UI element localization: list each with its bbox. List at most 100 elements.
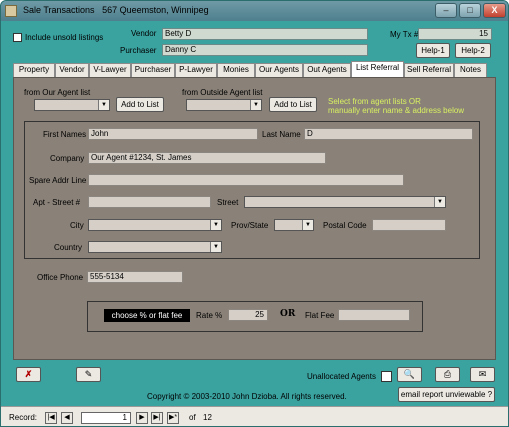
vendor-label: Vendor [131, 29, 157, 38]
prov-state-label: Prov/State [231, 221, 269, 230]
or-label: OR [280, 309, 296, 319]
tab-monies[interactable]: Monies [217, 63, 255, 77]
record-navigation-bar: Record: |◀ ◀ 1 ▶ ▶| ▶* of 12 [1, 406, 508, 426]
minimize-button[interactable]: – [435, 3, 457, 18]
office-phone-field[interactable]: 555-5134 [87, 271, 183, 283]
envelope-icon: ✉ [478, 369, 487, 379]
street-label: Street [217, 198, 239, 207]
tab-vendor[interactable]: Vendor [55, 63, 89, 77]
copyright-text: Copyright © 2003-2010 John Dzioba. All r… [147, 392, 347, 401]
tab-sell-referral[interactable]: Sell Referral [404, 63, 454, 77]
tab-v-lawyer[interactable]: V-Lawyer [89, 63, 131, 77]
tab-our-agents[interactable]: Our Agents [255, 63, 303, 77]
instruction-line-2: manually enter name & address below [328, 106, 465, 115]
address-frame: First Names John Last Name D Company Our… [24, 121, 480, 259]
help-1-button[interactable]: Help-1 [416, 43, 450, 58]
city-label: City [70, 221, 84, 230]
spare-addr-field[interactable] [88, 174, 404, 186]
outside-agent-list-label: from Outside Agent list [182, 88, 263, 97]
first-record-button[interactable]: |◀ [45, 412, 57, 424]
our-agent-dropdown[interactable]: ▼ [34, 99, 110, 111]
form-icon [5, 5, 17, 17]
print-button[interactable]: ⎙ [435, 367, 460, 382]
tab-strip: Property Vendor V-Lawyer Purchaser P-Law… [13, 61, 497, 77]
unallocated-agents-indicator [381, 371, 392, 382]
include-unsold-label: Include unsold listings [25, 33, 104, 42]
spare-addr-label: Spare Addr Line [29, 176, 87, 185]
last-name-label: Last Name [262, 130, 301, 139]
chevron-down-icon: ▼ [302, 220, 313, 230]
email-button[interactable]: ✉ [470, 367, 495, 382]
of-label: of [189, 413, 196, 422]
company-label: Company [50, 154, 85, 163]
apt-street-field[interactable] [88, 196, 211, 208]
record-total: 12 [203, 413, 212, 422]
office-phone-label: Office Phone [37, 273, 84, 282]
last-record-button[interactable]: ▶| [151, 412, 163, 424]
edit-icon: ✎ [84, 369, 93, 379]
our-agent-list-label: from Our Agent list [24, 88, 91, 97]
last-name-field[interactable]: D [304, 128, 473, 140]
chevron-down-icon: ▼ [434, 197, 445, 207]
instruction-line-1: Select from agent lists OR [328, 97, 421, 106]
chevron-down-icon: ▼ [250, 100, 261, 110]
title-bar: Sale Transactions 567 Queemston, Winnipe… [1, 1, 508, 21]
my-tx-field[interactable]: 15 [418, 28, 492, 40]
rate-percent-label: Rate % [196, 311, 223, 320]
street-dropdown[interactable]: ▼ [244, 196, 446, 208]
window-subtitle: 567 Queemston, Winnipeg [102, 5, 209, 15]
list-referral-panel: from Our Agent list ▼ Add to List from O… [13, 77, 496, 360]
first-names-label: First Names [43, 130, 87, 139]
window-title-text: Sale Transactions [23, 5, 95, 15]
help-2-button[interactable]: Help-2 [455, 43, 491, 58]
preview-report-button[interactable]: 🔍 [397, 367, 422, 382]
tab-notes[interactable]: Notes [454, 63, 487, 77]
record-number-field[interactable]: 1 [81, 412, 131, 424]
apt-street-label: Apt - Street # [33, 198, 81, 207]
company-field[interactable]: Our Agent #1234, St. James [88, 152, 326, 164]
city-dropdown[interactable]: ▼ [88, 219, 222, 231]
fee-frame: choose % or flat fee Rate % 25 OR Flat F… [87, 301, 423, 332]
tab-out-agents[interactable]: Out Agents [303, 63, 351, 77]
add-our-agent-button[interactable]: Add to List [116, 97, 164, 112]
country-dropdown[interactable]: ▼ [88, 241, 222, 253]
close-button[interactable]: X [483, 3, 506, 18]
flat-fee-field[interactable] [338, 309, 410, 321]
maximize-button[interactable]: □ [459, 3, 481, 18]
tab-list-referral[interactable]: List Referral [351, 61, 404, 77]
first-names-field[interactable]: John [88, 128, 258, 140]
rate-percent-field[interactable]: 25 [228, 309, 268, 321]
purchaser-field[interactable]: Danny C [162, 44, 368, 56]
record-label: Record: [9, 413, 38, 422]
purchaser-label: Purchaser [120, 46, 157, 55]
prov-state-dropdown[interactable]: ▼ [274, 219, 314, 231]
printer-icon: ⎙ [443, 369, 452, 379]
new-record-button[interactable]: ▶* [167, 412, 179, 424]
postal-code-label: Postal Code [323, 221, 367, 230]
delete-record-button[interactable]: ✗ [16, 367, 41, 382]
sale-transactions-window: Sale Transactions 567 Queemston, Winnipe… [0, 0, 509, 427]
outside-agent-dropdown[interactable]: ▼ [186, 99, 262, 111]
vendor-field[interactable]: Betty D [162, 28, 368, 40]
delete-icon: ✗ [24, 369, 33, 379]
chevron-down-icon: ▼ [98, 100, 109, 110]
prev-record-button[interactable]: ◀ [61, 412, 73, 424]
country-label: Country [54, 243, 83, 252]
tab-purchaser[interactable]: Purchaser [131, 63, 175, 77]
edit-record-button[interactable]: ✎ [76, 367, 101, 382]
preview-icon: 🔍 [403, 369, 416, 379]
include-unsold-checkbox[interactable] [13, 33, 22, 42]
postal-code-field[interactable] [372, 219, 446, 231]
add-outside-agent-button[interactable]: Add to List [269, 97, 317, 112]
flat-fee-label: Flat Fee [305, 311, 335, 320]
chevron-down-icon: ▼ [210, 242, 221, 252]
tab-property[interactable]: Property [13, 63, 55, 77]
my-tx-label: My Tx # [390, 30, 419, 39]
next-record-button[interactable]: ▶ [136, 412, 148, 424]
chevron-down-icon: ▼ [210, 220, 221, 230]
window-title: Sale Transactions 567 Queemston, Winnipe… [23, 5, 209, 15]
choose-fee-type-label: choose % or flat fee [104, 309, 190, 322]
unallocated-agents-label: Unallocated Agents [307, 372, 376, 381]
email-report-unviewable-button[interactable]: email report unviewable ? [398, 387, 495, 402]
tab-p-lawyer[interactable]: P-Lawyer [175, 63, 217, 77]
